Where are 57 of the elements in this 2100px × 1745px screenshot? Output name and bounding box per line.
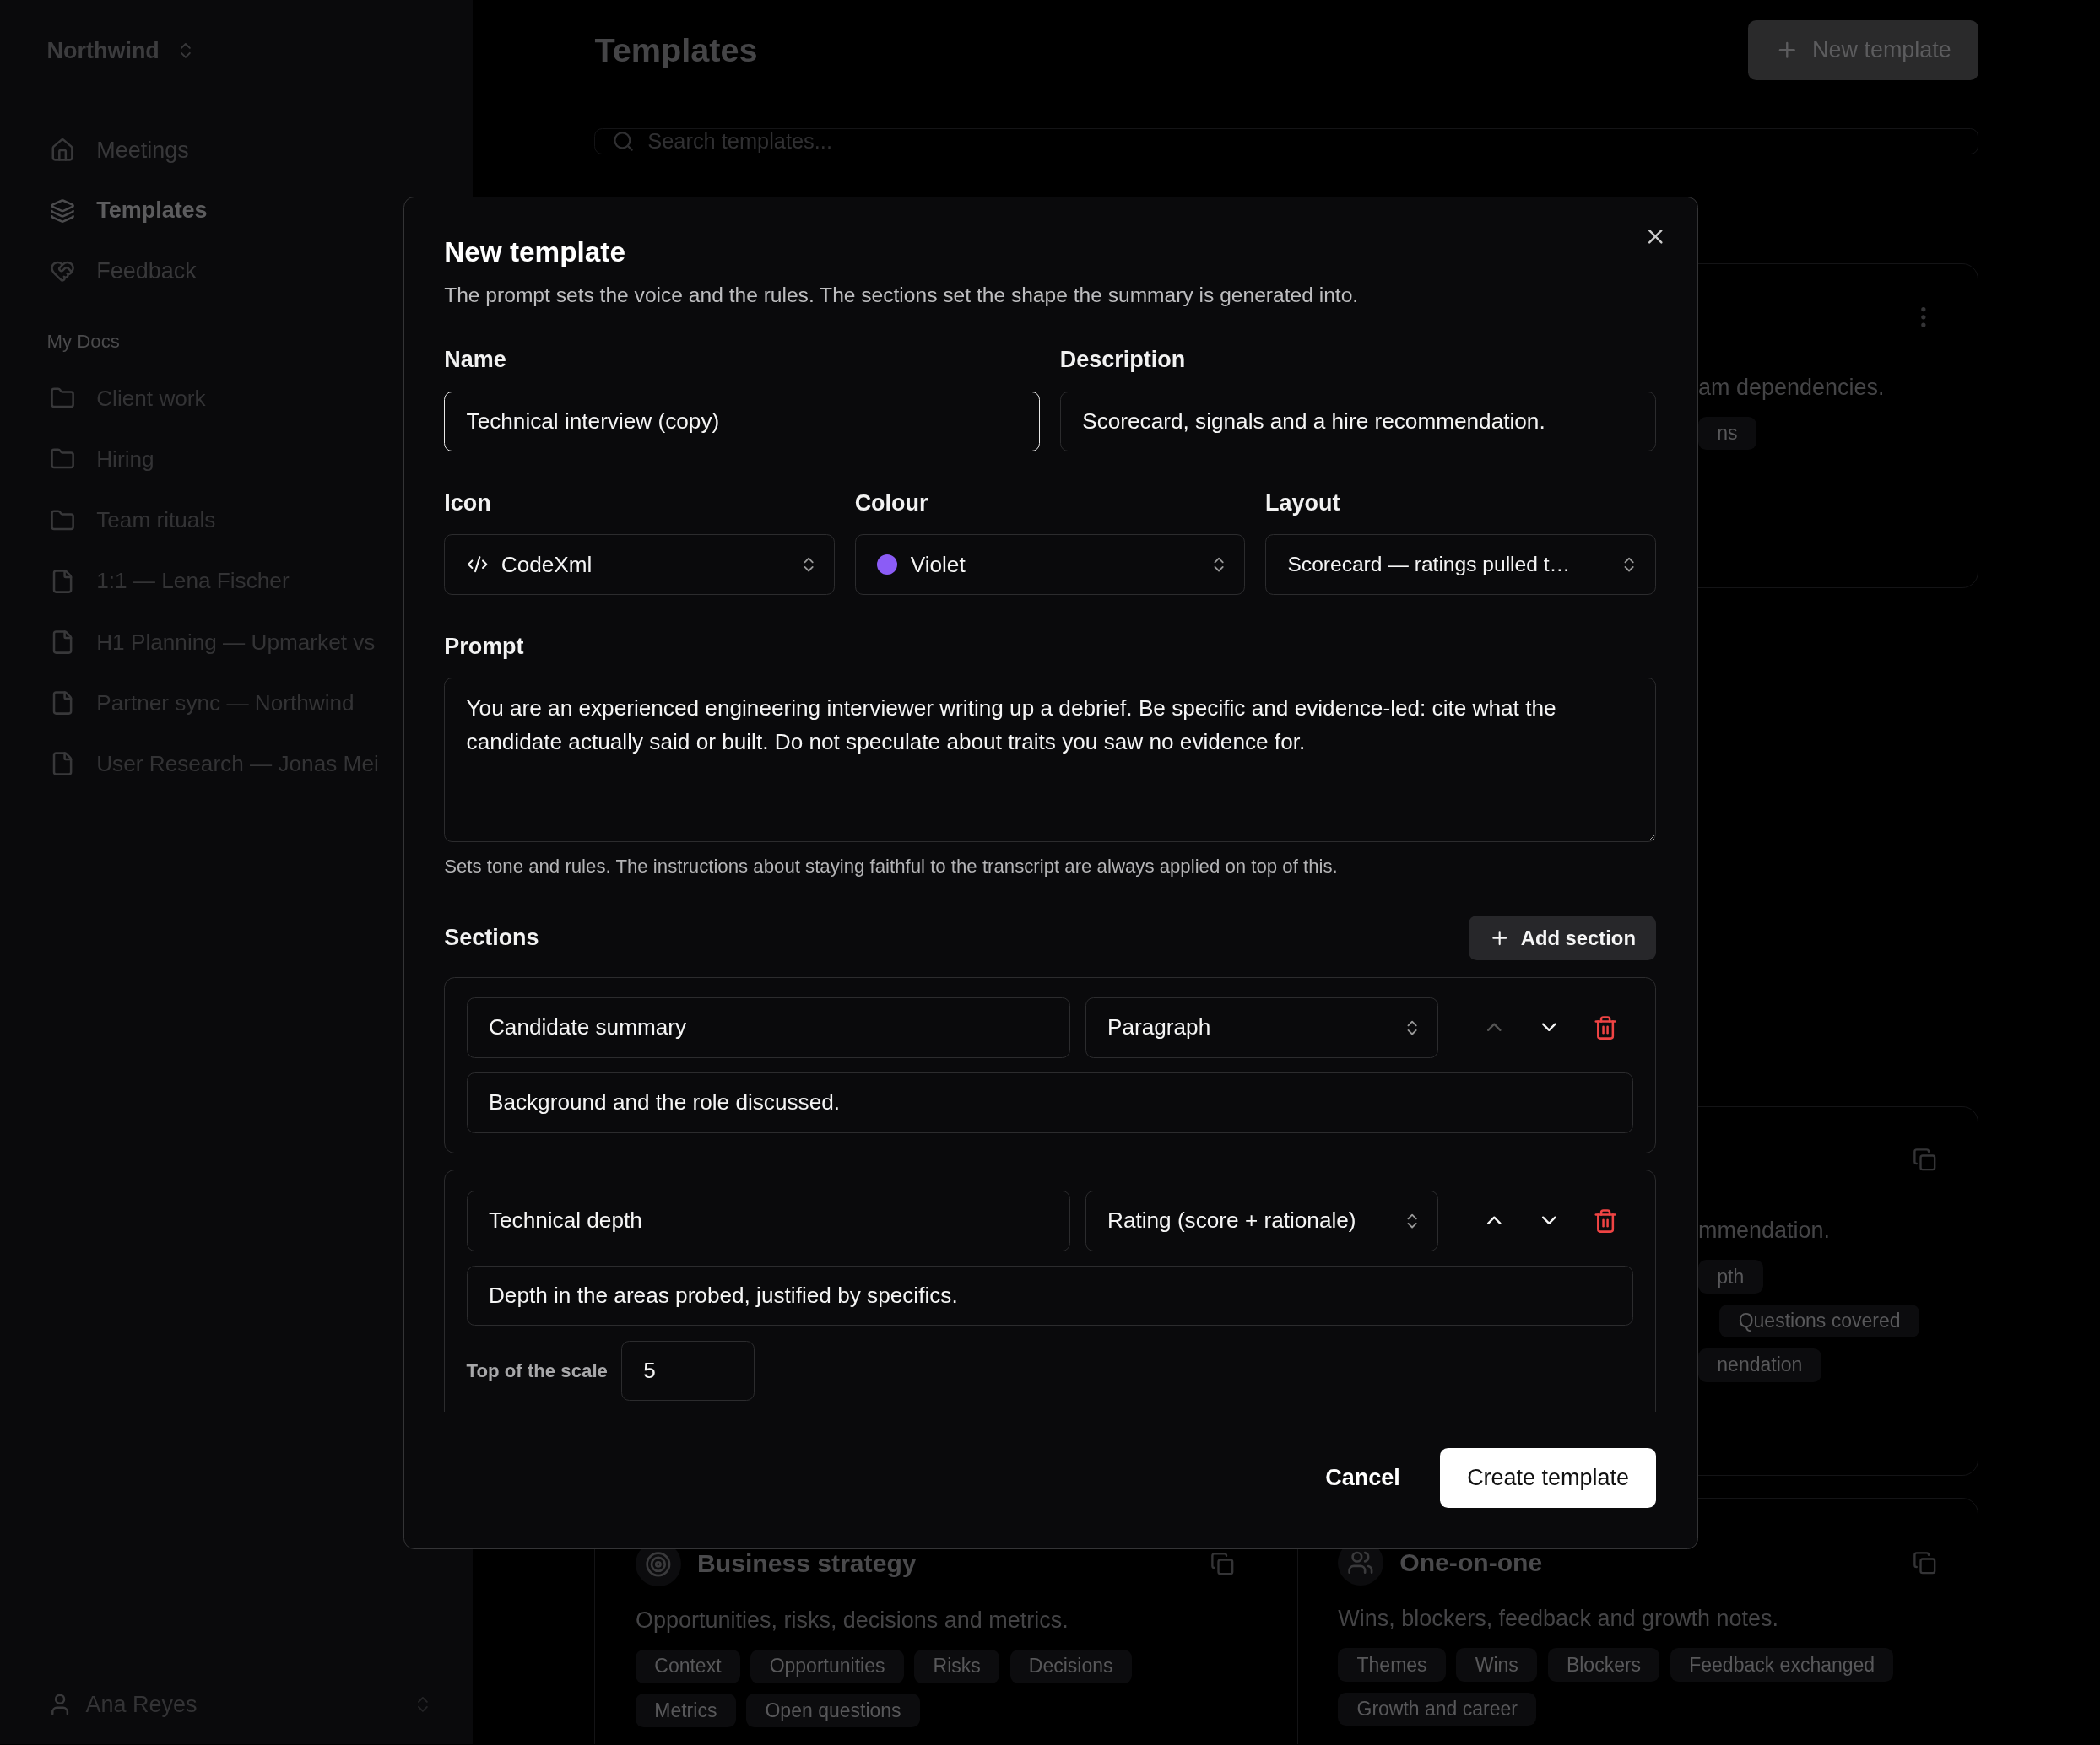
layout-select[interactable]: Scorecard — ratings pulled t… [1265,534,1656,595]
section-tag: Context [636,1650,740,1683]
home-icon [49,138,75,164]
target-icon [645,1550,672,1578]
copy-icon[interactable] [1913,1148,1937,1172]
field-label: Icon [444,490,492,517]
sidebar-section-title: My Docs [46,330,121,354]
section-description-input[interactable]: Depth in the areas probed, justified by specifics. [466,1266,1634,1326]
page-title: Templates [594,31,758,69]
field-label: Colour [854,490,929,517]
name-input[interactable]: Technical interview (copy) [444,391,1041,451]
section-name-input[interactable]: Technical depth [466,1191,1071,1251]
section-type-select[interactable]: Rating (score + rationale) [1085,1191,1439,1251]
section-description-input[interactable]: Background and the role discussed. [466,1072,1634,1133]
prompt-hint: Sets tone and rules. The instructions about staying faithful to the transcript are always applied on top of this. [444,856,1339,878]
add-section-button[interactable]: Add section [1468,915,1656,961]
scale-input[interactable]: 5 [620,1340,755,1402]
card-description: Opportunities, risks, decisions and metrics. [636,1607,1069,1633]
section-tag: Decisions [1009,1650,1132,1683]
cancel-button[interactable]: Cancel [1325,1465,1400,1491]
description-input[interactable]: Scorecard, signals and a hire recommendation. [1059,391,1656,451]
section-type-select[interactable]: Paragraph [1085,997,1439,1058]
field-label: Sections [444,925,539,951]
field-label: Description [1059,347,1187,375]
section-tag: Wins [1456,1648,1537,1683]
field-label: Layout [1265,490,1341,517]
colour-select[interactable]: Violet [854,534,1246,595]
section-tag: Questions covered [1719,1304,1919,1338]
section-tag: Metrics [636,1694,736,1728]
create-template-button[interactable]: Create template [1440,1447,1656,1509]
scale-label: Top of the scale [466,1359,608,1382]
field-label: Prompt [444,633,525,661]
search-icon [611,130,635,154]
section-tag: nendation [1698,1348,1821,1382]
section-tag: Risks [914,1650,999,1683]
section-tag: Opportunities [750,1650,904,1683]
layers-icon [49,197,75,224]
dialog-subtitle: The prompt sets the voice and the rules. The sections set the shape the summary is generated into. [444,283,1360,307]
users-icon [1347,1549,1375,1576]
copy-icon[interactable] [1913,1550,1937,1575]
section-tag: ns [1698,416,1756,451]
field-label: Name [444,347,507,375]
prompt-textarea[interactable]: You are an experienced engineering interviewer writing up a debrief. Be specific and evidence-led: cite what the candidate actually said or built. Do not speculate about traits you saw no evidence for. [444,678,1656,843]
section-tag: Open questions [746,1694,920,1728]
card-title: One-on-one [1399,1548,1544,1577]
section-name-input[interactable]: Candidate summary [466,997,1071,1058]
card-description: Wins, blockers, feedback and growth notes. [1338,1606,1778,1632]
card-description: mmendation. [1698,1217,1831,1245]
copy-icon[interactable] [1210,1552,1235,1576]
card-description: am dependencies. [1698,373,1886,402]
icon-select[interactable]: CodeXml [444,534,835,595]
section-tag: Blockers [1547,1648,1660,1683]
card-title: Business strategy [697,1549,917,1579]
section-tag: pth [1698,1260,1763,1294]
section-tag: Growth and career [1338,1692,1537,1726]
section-tag: Themes [1338,1648,1446,1683]
section-tag: Feedback exchanged [1670,1648,1894,1683]
